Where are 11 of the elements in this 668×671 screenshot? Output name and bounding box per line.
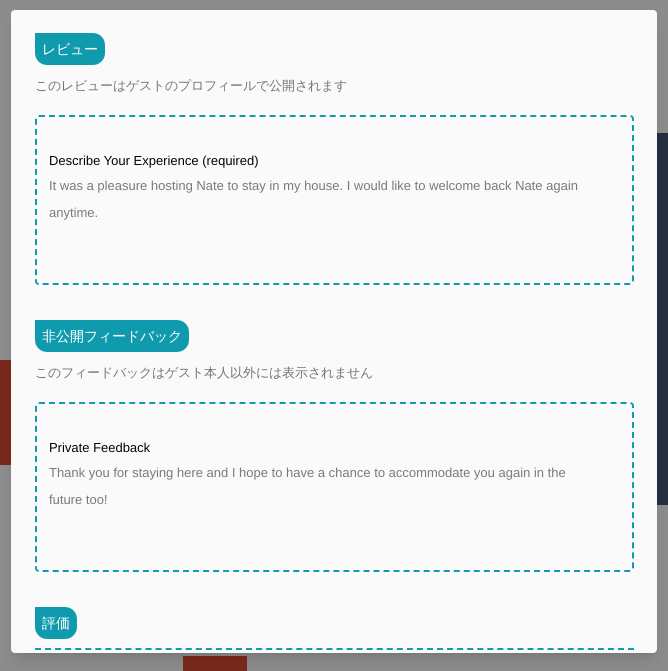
- section-label: 評価: [35, 607, 77, 639]
- text-input[interactable]: It was a pleasure hosting Nate to stay in my house. I would like to welcome back Nate again anytime.: [49, 172, 592, 232]
- field-label: Describe Your Experience (required): [49, 152, 260, 170]
- section-note: このレビューはゲストのプロフィールで公開されます: [35, 77, 348, 95]
- section-note: このフィードバックはゲスト本人以外には表示されません: [35, 364, 374, 382]
- field-label: Private Feedback: [49, 439, 152, 457]
- text-area-field[interactable]: Private Feedback Thank you for staying here and I hope to have a chance to accommodate you again in the future too!: [35, 402, 634, 572]
- section-label: 非公開フィードバック: [35, 320, 189, 352]
- section-label: レビュー: [35, 33, 105, 65]
- text-area-field[interactable]: Describe Your Experience (required) It was a pleasure hosting Nate to stay in my house. I would like to welcome back Nate again anytime.: [35, 115, 634, 285]
- text-input[interactable]: Thank you for staying here and I hope to have a chance to accommodate you again in the future too!: [49, 459, 592, 519]
